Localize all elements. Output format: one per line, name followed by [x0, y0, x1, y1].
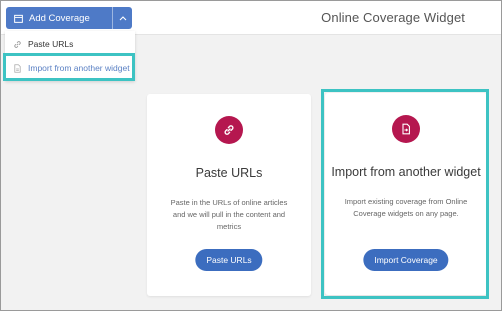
add-coverage-main[interactable]: Add Coverage	[6, 7, 112, 29]
add-coverage-label: Add Coverage	[29, 12, 90, 24]
top-bar: Add Coverage Online Coverage Widget	[1, 1, 501, 35]
menu-item-label: Paste URLs	[28, 39, 74, 49]
add-coverage-button[interactable]: Add Coverage	[6, 7, 132, 29]
add-coverage-menu: Paste URLs Import from another widget	[5, 31, 135, 81]
add-coverage-toggle[interactable]	[112, 7, 132, 29]
link-icon	[224, 125, 234, 135]
import-widget-card: Import from another widget Import existi…	[325, 93, 487, 295]
card-icon-circle	[392, 115, 420, 143]
card-title: Paste URLs	[195, 166, 263, 180]
paste-urls-card: Paste URLs Paste in the URLs of online a…	[147, 94, 311, 296]
app-frame: Add Coverage Online Coverage Widget Past…	[0, 0, 502, 311]
card-title: Import from another widget	[331, 165, 481, 179]
page-title: Online Coverage Widget	[321, 10, 465, 25]
file-import-icon	[402, 123, 410, 135]
chevron-up-icon	[119, 16, 126, 21]
import-coverage-button[interactable]: Import Coverage	[363, 249, 449, 271]
calendar-icon	[14, 14, 23, 23]
card-icon-circle	[215, 116, 243, 144]
paste-urls-button[interactable]: Paste URLs	[195, 249, 263, 271]
menu-item-paste-urls[interactable]: Paste URLs	[5, 33, 135, 55]
card-description: Paste in the URLs of online articles and…	[170, 198, 288, 231]
menu-item-label: Import from another widget	[28, 63, 130, 73]
menu-item-import-widget[interactable]: Import from another widget	[5, 57, 135, 79]
file-import-icon	[14, 63, 21, 73]
link-icon	[14, 40, 21, 48]
card-description: Import existing coverage from Online Cov…	[344, 197, 468, 218]
